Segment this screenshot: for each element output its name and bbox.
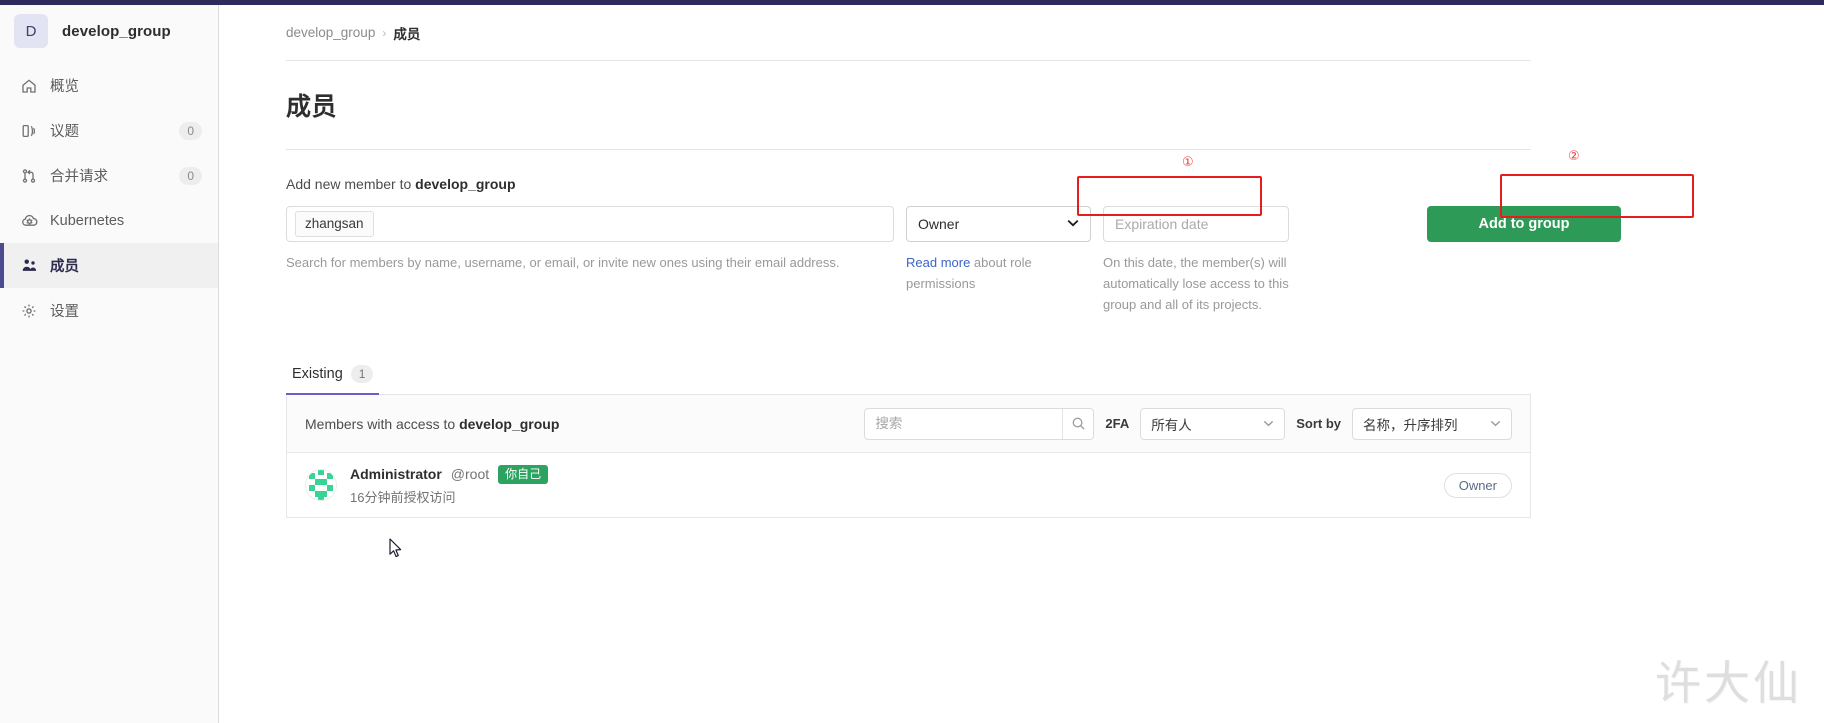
member-role-badge: Owner xyxy=(1443,472,1512,498)
add-member-form: Add new member to develop_group zhangsan… xyxy=(286,150,1764,315)
twofa-label: 2FA xyxy=(1105,416,1130,431)
chevron-down-icon xyxy=(1490,418,1501,430)
members-card-title-prefix: Members with access to xyxy=(305,415,460,432)
member-handle: @root xyxy=(450,466,490,482)
role-column: Owner Read more about role permissions xyxy=(906,206,1091,294)
tab-existing-label: Existing xyxy=(292,366,343,382)
sidebar-group-header[interactable]: D develop_group xyxy=(0,5,218,57)
sidebar-item-issues[interactable]: 议题 0 xyxy=(0,108,218,153)
sidebar-item-label: 合并请求 xyxy=(50,169,108,185)
sidebar-item-label: 议题 xyxy=(50,124,79,140)
tab-list: Existing 1 xyxy=(286,359,1531,395)
main-content: develop_group › 成员 成员 Add new member to … xyxy=(219,5,1824,723)
role-select-value: Owner xyxy=(918,216,960,232)
twofa-filter-select[interactable]: 所有人 xyxy=(1140,407,1286,440)
sidebar-item-overview[interactable]: 概览 xyxy=(0,63,218,108)
member-token-zhangsan[interactable]: zhangsan xyxy=(295,211,374,237)
read-more-link[interactable]: Read more xyxy=(906,255,970,270)
members-tabs: Existing 1 xyxy=(286,359,1531,395)
chevron-down-icon xyxy=(1067,218,1079,230)
members-search-input[interactable] xyxy=(865,408,1063,439)
issues-icon xyxy=(18,123,40,139)
submit-column: Add to group xyxy=(1427,206,1621,242)
twofa-filter-value: 所有人 xyxy=(1151,417,1192,433)
sidebar-item-members[interactable]: 成员 xyxy=(0,243,218,288)
member-name-line: Administrator @root 你自己 xyxy=(350,464,549,484)
sidebar-item-kubernetes[interactable]: Kubernetes xyxy=(0,198,218,243)
sidebar-item-count: 0 xyxy=(179,166,202,185)
expiration-date-placeholder: Expiration date xyxy=(1115,216,1209,232)
breadcrumb-current: 成员 xyxy=(393,26,421,42)
members-filters: 2FA 所有人 Sort by 名称，升序排列 xyxy=(864,407,1512,440)
expiration-helper-text: On this date, the member(s) will automat… xyxy=(1103,255,1289,312)
group-name-label: develop_group xyxy=(62,22,171,40)
add-member-heading: Add new member to develop_group xyxy=(286,176,1764,192)
watermark: 许大仙 xyxy=(1655,656,1802,710)
member-search-helper: Search for members by name, username, or… xyxy=(286,255,840,270)
status-badge-self: 你自己 xyxy=(498,464,549,484)
chevron-down-icon xyxy=(1263,418,1274,430)
gear-icon xyxy=(18,303,40,319)
member-access-time: 16分钟前授权访问 xyxy=(350,489,456,505)
breadcrumb-root-link[interactable]: develop_group xyxy=(286,25,375,40)
members-search-box[interactable] xyxy=(864,407,1095,440)
sidebar-item-label: 设置 xyxy=(50,304,79,320)
members-card: Members with access to develop_group 2FA xyxy=(286,395,1531,518)
add-member-heading-group: develop_group xyxy=(415,176,516,192)
sort-by-label: Sort by xyxy=(1296,416,1341,431)
breadcrumb: develop_group › 成员 xyxy=(286,5,1764,60)
identicon-avatar xyxy=(305,469,337,501)
sidebar-item-label: 成员 xyxy=(50,259,79,275)
member-identity: Administrator @root 你自己 16分钟前授权访问 xyxy=(305,464,549,506)
page-title: 成员 xyxy=(286,93,338,121)
members-icon xyxy=(18,257,40,274)
sort-by-value: 名称，升序排列 xyxy=(1363,417,1458,433)
sort-by-select[interactable]: 名称，升序排列 xyxy=(1352,407,1512,440)
search-icon[interactable] xyxy=(1062,408,1094,439)
member-info: Administrator @root 你自己 16分钟前授权访问 xyxy=(350,464,549,506)
add-member-row: zhangsan Search for members by name, use… xyxy=(286,206,1764,315)
divider xyxy=(286,394,1531,395)
table-row: Administrator @root 你自己 16分钟前授权访问 Owner xyxy=(287,453,1530,517)
member-search-column: zhangsan Search for members by name, use… xyxy=(286,206,894,273)
expiration-column: Expiration date On this date, the member… xyxy=(1103,206,1289,315)
member-name: Administrator xyxy=(350,466,442,482)
sidebar-item-settings[interactable]: 设置 xyxy=(0,288,218,333)
merge-icon xyxy=(18,168,40,184)
page-root: D develop_group 概览 议题 0 合并请求 0 Kubernete… xyxy=(0,0,1824,723)
members-card-title: Members with access to develop_group xyxy=(305,416,559,432)
sidebar: D develop_group 概览 议题 0 合并请求 0 Kubernete… xyxy=(0,5,219,723)
role-helper-text: Read more about role permissions xyxy=(906,252,1091,294)
add-member-heading-prefix: Add new member to xyxy=(286,176,416,192)
tab-existing-badge: 1 xyxy=(350,365,374,383)
add-to-group-button[interactable]: Add to group xyxy=(1427,206,1621,242)
kubernetes-icon xyxy=(18,212,40,229)
sidebar-item-count: 0 xyxy=(179,121,202,140)
tab-existing[interactable]: Existing 1 xyxy=(286,365,380,395)
sidebar-nav: 概览 议题 0 合并请求 0 Kubernetes 成员 设置 xyxy=(0,63,218,333)
members-card-title-group: develop_group xyxy=(459,415,560,432)
members-card-header: Members with access to develop_group 2FA xyxy=(287,395,1530,453)
sidebar-item-label: 概览 xyxy=(50,79,79,95)
content-container: develop_group › 成员 成员 Add new member to … xyxy=(219,5,1824,518)
role-select[interactable]: Owner xyxy=(906,206,1091,242)
sidebar-item-label: Kubernetes xyxy=(50,212,125,229)
sidebar-item-merge-requests[interactable]: 合并请求 0 xyxy=(0,153,218,198)
expiration-date-input[interactable]: Expiration date xyxy=(1103,206,1289,242)
member-search-input[interactable]: zhangsan xyxy=(286,206,894,242)
group-avatar: D xyxy=(14,14,48,48)
home-icon xyxy=(18,78,40,94)
chevron-right-icon: › xyxy=(382,25,387,40)
